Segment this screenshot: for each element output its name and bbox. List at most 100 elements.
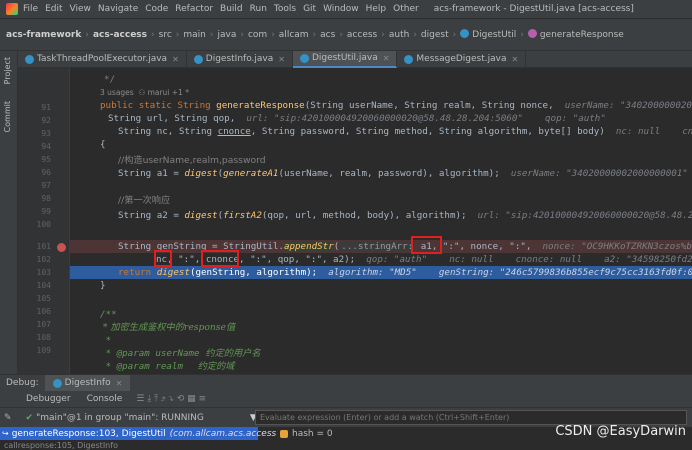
breadcrumb-item[interactable]: access	[347, 30, 377, 40]
wrench-icon[interactable]: ✎	[4, 413, 12, 423]
javadoc-line: /**	[100, 308, 117, 321]
highlight-box-cnonce	[201, 250, 239, 267]
code-line: public static String generateResponse(St…	[100, 99, 692, 112]
menu-code[interactable]: Code	[145, 4, 168, 14]
code-line: String url, String qop, url: "sip:420100…	[108, 112, 606, 125]
title-bar: File Edit View Navigate Code Refactor Bu…	[0, 0, 692, 19]
menu-refactor[interactable]: Refactor	[175, 4, 213, 14]
menu-tools[interactable]: Tools	[274, 4, 296, 14]
breadcrumb: acs-framework› acs-access› src› main› ja…	[0, 19, 692, 51]
menu-view[interactable]: View	[70, 4, 91, 14]
line-number: 95	[41, 155, 51, 164]
close-icon[interactable]: ✕	[511, 55, 518, 64]
code-line: String nc, String cnonce, String passwor…	[118, 125, 692, 138]
line-number: 99	[41, 207, 51, 216]
line-number: 108	[37, 333, 51, 342]
breadcrumb-item[interactable]: auth	[389, 30, 409, 40]
menu-navigate[interactable]: Navigate	[98, 4, 138, 14]
tab-console[interactable]: Console	[79, 391, 131, 408]
debug-tool-header: Debug: DigestInfo✕	[0, 374, 692, 391]
window-title: acs-framework - DigestUtil.java [acs-acc…	[434, 4, 634, 14]
line-number: 102	[37, 255, 51, 264]
line-number: 107	[37, 320, 51, 329]
project-tool-tab[interactable]: Project	[3, 57, 12, 84]
line-number: 105	[37, 294, 51, 303]
left-tool-strip: Project Commit	[0, 51, 18, 374]
editor-gutter[interactable]: 91 92 93 94 95 96 97 98 99 100 101 102 1…	[18, 68, 70, 374]
menu-file[interactable]: File	[23, 4, 38, 14]
breadcrumb-item[interactable]: java	[217, 30, 236, 40]
class-icon	[300, 54, 309, 63]
tab-digest-info[interactable]: DigestInfo.java✕	[187, 51, 293, 68]
tab-task-thread-pool-executor[interactable]: TaskThreadPoolExecutor.java✕	[18, 51, 187, 68]
breadcrumb-item[interactable]: digest	[421, 30, 449, 40]
menu-git[interactable]: Git	[303, 4, 316, 14]
breadcrumb-item[interactable]: com	[248, 30, 267, 40]
watermark: CSDN @EasyDarwin	[555, 424, 686, 439]
tab-message-digest[interactable]: MessageDigest.java✕	[397, 51, 526, 68]
highlight-box-nonce	[411, 236, 442, 254]
commit-tool-tab[interactable]: Commit	[3, 101, 12, 132]
thread-selector[interactable]: "main"@1 in group "main": RUNNING	[36, 413, 204, 423]
breadcrumb-item[interactable]: main	[183, 30, 206, 40]
line-number: 106	[37, 307, 51, 316]
breadcrumb-method[interactable]: generateResponse	[528, 29, 624, 40]
editor-tabs: TaskThreadPoolExecutor.java✕ DigestInfo.…	[18, 51, 692, 68]
menu-help[interactable]: Help	[366, 4, 387, 14]
variable-item[interactable]: hash = 0	[280, 427, 333, 440]
toolbar-icons[interactable]: ☰ ⤓ ⤒ ⤴ ⤵ ⟲ ▦ ≡	[136, 394, 206, 404]
evaluate-expression-input[interactable]: Evaluate expression (Enter) or add a wat…	[255, 410, 687, 425]
code-line: String a1 = digest(generateA1(userName, …	[118, 167, 692, 180]
class-icon	[25, 55, 34, 64]
menu-build[interactable]: Build	[220, 4, 243, 14]
code-comment: //构造userName,realm,password	[118, 154, 266, 167]
check-icon: ✔	[26, 413, 34, 423]
main-menu: File Edit View Navigate Code Refactor Bu…	[23, 4, 426, 14]
line-number: 104	[37, 281, 51, 290]
tab-digest-util[interactable]: DigestUtil.java✕	[293, 51, 397, 68]
line-number: 100	[37, 220, 51, 229]
usages-hint[interactable]: 3 usages ⚇ marui +1 *	[100, 86, 189, 99]
line-number: 101	[37, 242, 51, 251]
breadcrumb-class[interactable]: DigestUtil	[460, 29, 516, 40]
breadcrumb-item[interactable]: acs-framework	[6, 30, 81, 40]
line-number: 91	[41, 103, 51, 112]
line-number: 97	[41, 181, 51, 190]
breakpoint-icon[interactable]	[57, 243, 66, 252]
javadoc-line: * @param realm 约定的域	[100, 360, 234, 373]
code-line: */	[104, 73, 115, 86]
close-icon[interactable]: ✕	[278, 55, 285, 64]
class-icon	[460, 29, 469, 38]
highlight-box-nc	[154, 250, 172, 267]
breadcrumb-item[interactable]: allcam	[279, 30, 309, 40]
close-icon[interactable]: ✕	[172, 55, 179, 64]
breadcrumb-item[interactable]: acs-access	[93, 30, 147, 40]
code-line: {	[100, 138, 106, 151]
code-line: String a2 = digest(firstA2(qop, url, met…	[118, 209, 692, 222]
tab-debugger[interactable]: Debugger	[18, 391, 79, 408]
menu-window[interactable]: Window	[323, 4, 359, 14]
line-number: 94	[41, 142, 51, 151]
close-icon[interactable]: ✕	[116, 379, 123, 388]
method-icon	[528, 29, 537, 38]
breadcrumb-item[interactable]: src	[159, 30, 172, 40]
line-number: 92	[41, 116, 51, 125]
code-line: }	[100, 279, 106, 292]
frame-item-selected[interactable]: ↪ generateResponse:103, DigestUtil (com.…	[0, 427, 258, 440]
class-icon	[194, 55, 203, 64]
frame-item[interactable]: callresponse:105, DigestInfo	[4, 440, 118, 450]
menu-other[interactable]: Other	[393, 4, 419, 14]
close-icon[interactable]: ✕	[383, 54, 390, 63]
line-number: 109	[37, 346, 51, 355]
line-number: 103	[37, 268, 51, 277]
frame-arrow-icon: ↪	[2, 429, 9, 438]
line-number: 98	[41, 194, 51, 203]
menu-edit[interactable]: Edit	[45, 4, 62, 14]
breadcrumb-item[interactable]: acs	[320, 30, 335, 40]
code-comment: //第一次响应	[118, 194, 170, 207]
code-editor[interactable]: */ 3 usages ⚇ marui +1 * public static S…	[70, 68, 692, 374]
line-number: 93	[41, 129, 51, 138]
parameter-hint: ...stringArr:	[339, 241, 415, 252]
menu-run[interactable]: Run	[250, 4, 267, 14]
debug-config-tab[interactable]: DigestInfo✕	[45, 375, 131, 392]
